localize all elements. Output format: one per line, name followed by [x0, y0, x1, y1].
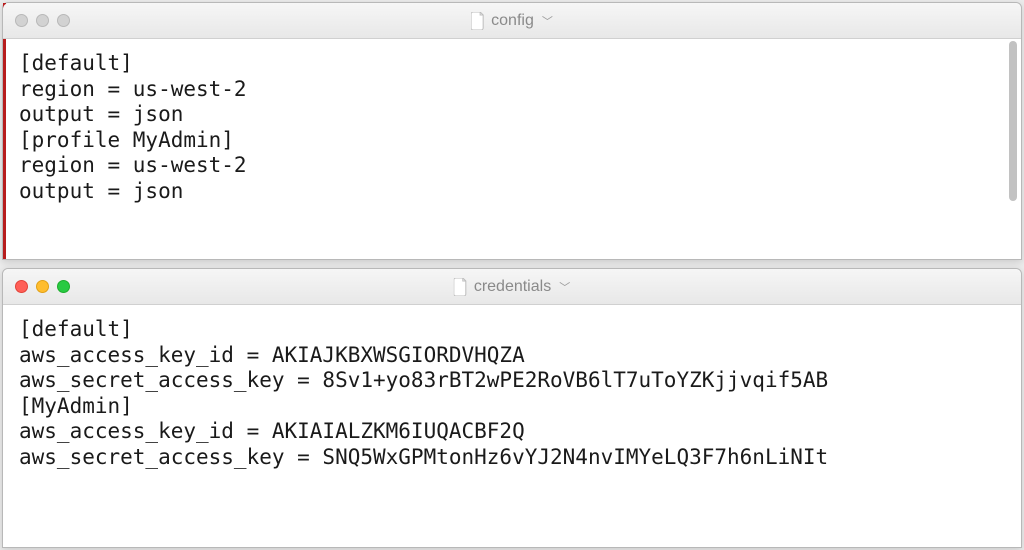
config-line: [default]	[19, 51, 133, 75]
editor-window-credentials: credentials ﹀ [default] aws_access_key_i…	[2, 268, 1022, 548]
titlebar-config[interactable]: config ﹀	[3, 3, 1021, 39]
titlebar-credentials[interactable]: credentials ﹀	[3, 269, 1021, 305]
scrollbar-thumb[interactable]	[1009, 41, 1017, 201]
close-icon[interactable]	[15, 14, 28, 27]
close-icon[interactable]	[15, 280, 28, 293]
window-title[interactable]: config ﹀	[471, 12, 553, 30]
chevron-down-icon: ﹀	[559, 279, 570, 295]
scrollbar[interactable]	[1009, 41, 1019, 255]
credentials-line: [MyAdmin]	[19, 394, 133, 418]
title-text: config	[491, 12, 534, 30]
credentials-line: aws_secret_access_key = SNQ5WxGPMtonHz6v…	[19, 445, 828, 469]
config-line: region = us-west-2	[19, 153, 247, 177]
credentials-line: aws_access_key_id = AKIAJKBXWSGIORDVHQZA	[19, 343, 525, 367]
file-icon	[471, 12, 485, 30]
editor-content-config[interactable]: [default] region = us-west-2 output = js…	[3, 39, 1021, 259]
config-line: output = json	[19, 102, 183, 126]
minimize-icon[interactable]	[36, 280, 49, 293]
minimize-icon[interactable]	[36, 14, 49, 27]
title-text: credentials	[474, 278, 551, 296]
config-line: [profile MyAdmin]	[19, 128, 234, 152]
config-line: region = us-west-2	[19, 77, 247, 101]
credentials-line: [default]	[19, 317, 133, 341]
credentials-line: aws_access_key_id = AKIAIALZKM6IUQACBF2Q	[19, 419, 525, 443]
editor-window-config: config ﹀ [default] region = us-west-2 ou…	[2, 2, 1022, 260]
traffic-lights	[15, 14, 70, 27]
editor-content-credentials[interactable]: [default] aws_access_key_id = AKIAJKBXWS…	[3, 305, 1021, 547]
chevron-down-icon: ﹀	[542, 13, 553, 29]
config-line: output = json	[19, 179, 183, 203]
credentials-line: aws_secret_access_key = 8Sv1+yo83rBT2wPE…	[19, 368, 828, 392]
zoom-icon[interactable]	[57, 14, 70, 27]
file-icon	[454, 278, 468, 296]
zoom-icon[interactable]	[57, 280, 70, 293]
traffic-lights	[15, 280, 70, 293]
window-title[interactable]: credentials ﹀	[454, 278, 570, 296]
